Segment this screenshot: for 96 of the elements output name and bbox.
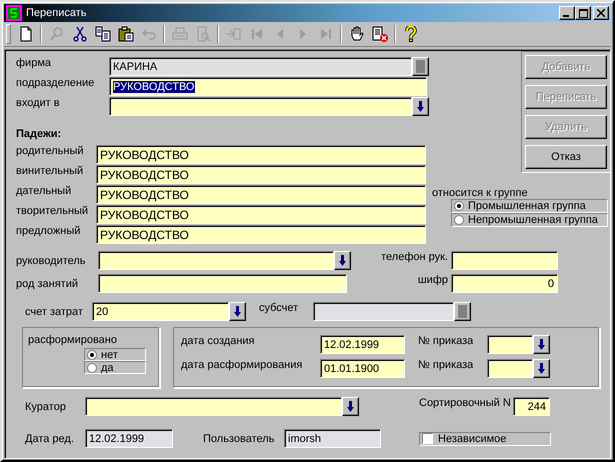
option-row[interactable]: нет bbox=[84, 348, 146, 361]
window-title: Переписать bbox=[26, 7, 87, 19]
dropdown-button[interactable] bbox=[342, 397, 359, 416]
input-field[interactable] bbox=[98, 251, 334, 270]
hand-icon bbox=[348, 26, 364, 42]
option-label: Промышленная группа bbox=[468, 200, 586, 212]
input-field[interactable] bbox=[487, 359, 533, 378]
field-label: дата расформирования bbox=[181, 359, 304, 371]
input-field[interactable] bbox=[109, 96, 412, 116]
input-field[interactable] bbox=[451, 251, 558, 270]
input-field[interactable]: 20 bbox=[92, 302, 229, 321]
group-label: относится к группе bbox=[432, 187, 529, 199]
option-label: Независимое bbox=[438, 432, 506, 444]
field-label: Сортировочный N bbox=[419, 397, 512, 409]
dropdown-button[interactable] bbox=[533, 335, 550, 354]
input-field[interactable]: РУКОВОДСТВО bbox=[96, 204, 426, 224]
maximize-button[interactable] bbox=[575, 6, 591, 20]
field-label: родительный bbox=[16, 144, 84, 157]
dropdown-button[interactable] bbox=[533, 359, 550, 378]
radio-button[interactable] bbox=[87, 350, 97, 360]
input-field: imorsh bbox=[284, 429, 381, 448]
field-label: № приказа bbox=[418, 335, 474, 347]
down-arrow-icon bbox=[347, 401, 354, 412]
field-label: дата создания bbox=[181, 335, 256, 347]
option-row[interactable]: Промышленная группа bbox=[451, 199, 608, 213]
down-arrow-icon bbox=[234, 306, 241, 317]
close-button[interactable] bbox=[593, 6, 609, 20]
question-mark-icon bbox=[402, 26, 418, 42]
option-row[interactable]: да bbox=[84, 361, 146, 374]
option-row[interactable]: Непромышленная группа bbox=[451, 213, 608, 227]
delete-record-icon bbox=[372, 26, 388, 42]
input-field[interactable]: 0 bbox=[451, 274, 558, 293]
action-button[interactable]: Отказ bbox=[525, 145, 607, 169]
option-label: да bbox=[101, 362, 114, 374]
close-icon bbox=[597, 9, 605, 17]
input-field[interactable]: РУКОВОДСТВО bbox=[96, 184, 426, 204]
input-field[interactable]: РУКОВОДСТВО bbox=[96, 144, 426, 164]
input-field[interactable]: РУКОВОДСТВО bbox=[96, 224, 426, 244]
radio-button[interactable] bbox=[454, 215, 464, 225]
new-page-icon bbox=[18, 26, 34, 42]
input-field[interactable]: РУКОВОДСТВО bbox=[96, 164, 426, 184]
down-arrow-icon bbox=[339, 255, 346, 266]
input-field: КАРИНА bbox=[109, 56, 412, 76]
field-label: входит в bbox=[16, 96, 61, 109]
down-arrow-icon bbox=[417, 100, 424, 112]
down-arrow-icon bbox=[538, 339, 545, 350]
app-icon bbox=[6, 5, 22, 21]
field-label: подразделение bbox=[16, 76, 96, 89]
option-label: Непромышленная группа bbox=[468, 214, 598, 226]
radio-button[interactable] bbox=[87, 362, 97, 372]
input-field[interactable]: 12.02.1999 bbox=[320, 335, 405, 354]
field-label: винительный bbox=[16, 164, 84, 177]
group-label: расформировано bbox=[28, 334, 118, 346]
field-label: руководитель bbox=[16, 254, 87, 266]
field-label: дательный bbox=[16, 184, 72, 197]
arrow-into-box-icon bbox=[226, 26, 242, 42]
field-label: шифр bbox=[416, 274, 449, 286]
minimize-button[interactable] bbox=[559, 6, 575, 20]
option-row[interactable]: Независимое bbox=[419, 432, 551, 446]
scissors-icon bbox=[72, 26, 88, 42]
input-field[interactable] bbox=[85, 397, 342, 416]
input-field[interactable] bbox=[98, 274, 347, 293]
field-label: Куратор bbox=[25, 400, 67, 412]
dropdown-button[interactable] bbox=[334, 251, 351, 270]
field-label: Дата ред. bbox=[25, 432, 75, 444]
field-label: № приказа bbox=[418, 359, 474, 371]
field-label: род занятий bbox=[16, 278, 79, 290]
dropdown-button[interactable] bbox=[412, 96, 429, 116]
dropdown-button[interactable] bbox=[229, 302, 246, 321]
input-field[interactable]: 01.01.1900 bbox=[320, 359, 405, 378]
input-field[interactable] bbox=[487, 335, 533, 354]
input-field: 12.02.1999 bbox=[85, 429, 173, 448]
radio-button[interactable] bbox=[454, 201, 464, 211]
field-label: предложный bbox=[16, 224, 82, 237]
section-heading: Падежи: bbox=[16, 127, 62, 142]
block-icon bbox=[416, 60, 425, 72]
clipboard-icon bbox=[118, 26, 134, 42]
field-label: субсчет bbox=[259, 302, 300, 314]
field-label: счет затрат bbox=[25, 306, 84, 318]
option-label: нет bbox=[101, 348, 118, 360]
maximize-icon bbox=[578, 8, 588, 18]
field-label: фирма bbox=[16, 56, 52, 69]
field-label: творительный bbox=[16, 204, 90, 217]
print-preview-icon bbox=[194, 26, 210, 42]
printer-icon bbox=[172, 26, 188, 42]
lookup-button[interactable] bbox=[412, 56, 429, 76]
input-field[interactable]: 244 bbox=[513, 397, 550, 416]
block-icon bbox=[458, 305, 467, 318]
field-label: телефон рук. bbox=[380, 251, 449, 263]
field-label: Пользователь bbox=[203, 432, 276, 444]
checkbox[interactable] bbox=[422, 433, 433, 444]
magnifier-icon bbox=[48, 26, 64, 42]
lookup-button[interactable] bbox=[454, 302, 471, 321]
input-field[interactable]: РУКОВОДСТВО bbox=[109, 76, 427, 96]
copy-icon bbox=[94, 26, 110, 42]
down-arrow-icon bbox=[538, 363, 545, 374]
